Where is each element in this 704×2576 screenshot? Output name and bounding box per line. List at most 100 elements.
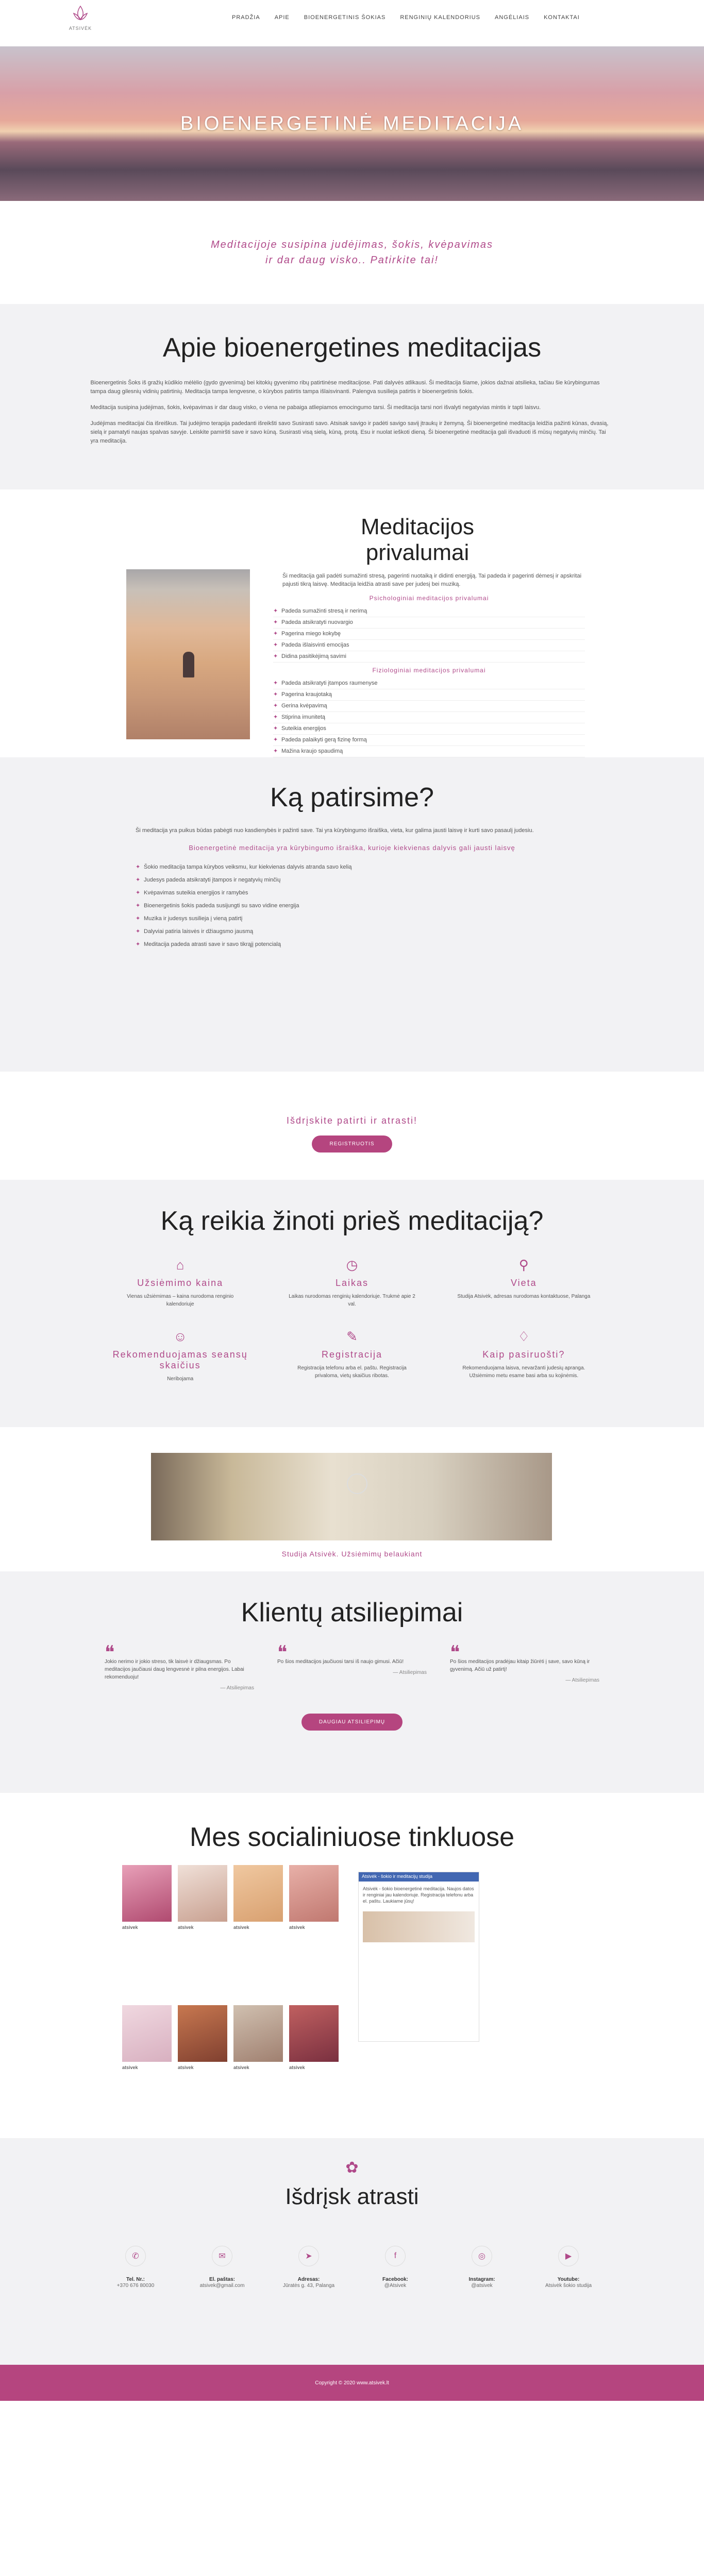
contact-youtube[interactable]: ▶ Youtube: Atsivėk šokio studija [538,2246,599,2290]
instagram-post[interactable]: atsivek [122,1865,172,1999]
register-button[interactable]: REGISTRUOTIS [312,1136,392,1153]
check-icon: ✦ [136,890,141,896]
facebook-post-image [363,1911,475,1942]
tagline: Meditacijoje susipina judėjimas, šokis, … [211,239,493,266]
beach-photo [126,569,250,739]
nav-item-pradzia[interactable]: PRADŽIA [232,14,260,21]
check-icon: ✦ [136,903,141,909]
tagline-section: Meditacijoje susipina judėjimas, šokis, … [0,201,704,304]
review-card: ❝ Po šios meditacijos pradėjau kitaip žiū… [450,1642,599,1683]
location-icon: ➤ [298,2246,319,2266]
reviews-section: Klientų atsiliepimai ❝ Jokio nerimo ir jo… [0,1571,704,1793]
list-item: ✦ Padeda atsikratyti įtampos raumenyse [273,678,585,689]
instagram-post[interactable]: atsivek [178,2005,227,2139]
nav-item-sokis[interactable]: BIOENERGETINIS ŠOKIAS [304,14,386,21]
contact-title: Išdrįsk atrasti [285,2184,419,2209]
list-item: ✦ Stiprina imunitetą [273,712,585,723]
list-item: ✦ Muzika ir judesys susilieja į vieną pat… [136,916,243,922]
cta-text: Išdrįskite patirti ir atrasti! [286,1115,418,1126]
contact-address[interactable]: ➤ Adresas: Jūratės g. 43, Palanga [278,2246,340,2290]
check-icon: ✦ [136,941,141,947]
list-item: ✦ Pagerina kraujotaką [273,689,585,701]
instagram-post[interactable]: atsivek [233,2005,283,2139]
check-icon: ✦ [273,691,278,698]
more-reviews-button[interactable]: DAUGIAU ATSILIEPIMŲ [301,1714,403,1731]
check-icon: ✦ [273,714,278,720]
benefits-intro: Ši meditacija gali padėti sumažinti stre… [282,573,582,587]
list-item: ✦ Padeda išlaisvinti emocijas [273,640,585,651]
check-icon: ✦ [136,864,141,870]
contact-phone[interactable]: ✆ Tel. Nr.: +370 676 80030 [105,2246,166,2290]
experience-title: Ką patirsime? [270,783,434,812]
review-card: ❝ Jokio nerimo ir jokio streso, tik laisv… [105,1642,254,1691]
check-icon: ✦ [273,748,278,754]
hero-banner: BIOENERGETINĖ MEDITACIJA [0,46,704,201]
info-cell: ◷ Laikas Laikas nurodomas renginių kalendo… [266,1257,438,1308]
lotus-logo-icon [73,5,88,20]
contact-section: ✿ Išdrįsk atrasti ✆ Tel. Nr.: +370 676 800… [0,2138,704,2365]
social-title: Mes socialiniuose tinkluose [189,1822,515,1852]
nav-item-apie[interactable]: APIE [275,14,290,21]
instagram-post[interactable]: atsivek [178,1865,227,1999]
list-item: ✦ Didina pasitikėjimą savimi [273,651,585,663]
about-section: Apie bioenergetines meditacijas Bioenerg… [0,304,704,489]
list-item: ✦ Bioenergetinis šokis padeda susijungti … [136,903,299,909]
phone-icon: ✆ [125,2246,146,2266]
tag-icon: ⌂ [176,1257,185,1273]
list-item: ✦ Padeda sumažinti stresą ir nerimą [273,606,585,617]
logo-text: ATSIVĖK [69,26,92,31]
clock-icon: ◷ [346,1257,358,1273]
nav-item-angeliai[interactable]: ANGĖLIAIS [495,14,529,21]
benefits-title: Meditacijos privalumai [360,514,475,565]
instagram-icon: ◎ [472,2246,492,2266]
list-item: ✦ Mažina kraujo spaudimą [273,746,585,757]
list-item: ✦ Dalyviai patiria laisvės ir džiaugsmo j… [136,928,254,935]
instagram-grid: atsivek atsivek atsivek atsivek atsivek … [122,1865,339,2139]
info-cell: ⌂ Užsiėmimo kaina Vienas užsiėmimas – kain… [94,1257,266,1308]
youtube-icon: ▶ [558,2246,579,2266]
check-icon: ✦ [136,928,141,935]
contact-email[interactable]: ✉ El. paštas: atsivek@gmail.com [191,2246,253,2290]
social-section: Mes socialiniuose tinkluose atsivek atsi… [0,1793,704,2138]
info-cell: ✎ Registracija Registracija telefonu arba … [266,1329,438,1383]
check-icon: ✦ [136,916,141,922]
info-cell: ☺ Rekomenduojamas seansų skaičius Neriboja… [94,1329,266,1383]
review-card: ❝ Po šios meditacijos jaučiuosi tarsi iš … [277,1642,427,1675]
about-title: Apie bioenergetines meditacijas [162,333,542,363]
instagram-post[interactable]: atsivek [122,2005,172,2139]
instagram-post[interactable]: atsivek [289,2005,339,2139]
logo[interactable]: ATSIVĖK [65,4,96,40]
nav-item-kalendorius[interactable]: RENGINIŲ KALENDORIUS [400,14,480,21]
about-paragraph: Meditacija susipina judėjimas, šokis, kv… [90,404,541,411]
check-icon: ✦ [273,680,278,686]
check-icon: ✦ [273,608,278,614]
site-header: ATSIVĖK PRADŽIA APIE BIOENERGETINIS ŠOKI… [0,0,704,46]
list-item: ✦ Meditacija padeda atrasti save ir savo … [136,941,281,947]
list-item: ✦ Šokio meditacija tampa kūrybos veiksmu,… [136,864,352,870]
facebook-widget[interactable]: Atsivėk - šokio ir meditacijų studija At… [358,1872,479,2042]
nav-item-kontaktai[interactable]: KONTAKTAI [544,14,580,21]
reviews-title: Klientų atsiliepimai [241,1598,463,1628]
footer: Copyright © 2020 www.atsivek.lt [0,2365,704,2401]
list-item: ✦ Padeda atsikratyti nuovargio [273,617,585,629]
check-icon: ✦ [273,642,278,648]
contact-instagram[interactable]: ◎ Instagram: @atsivek [451,2246,513,2290]
edit-icon: ✎ [346,1329,358,1344]
about-paragraph: Judėjimas meditacijai čia išreiškus. Tai… [90,420,609,444]
shirt-icon: ♢ [517,1329,530,1344]
about-paragraph: Bioenergetinis Šoks iš gražių kūdikio mė… [90,380,600,395]
check-icon: ✦ [273,653,278,659]
instagram-post[interactable]: atsivek [233,1865,283,1999]
psych-benefits-heading: Psichologiniai meditacijos privalumai [369,595,489,602]
experience-subheading: Bioenergetinė meditacija yra kūrybingumo… [189,844,515,852]
list-item: ✦ Gerina kvėpavimą [273,701,585,712]
phys-benefits-heading: Fiziologiniai meditacijos privalumai [372,667,486,674]
instagram-post[interactable]: atsivek [289,1865,339,1999]
list-item: ✦ Padeda palaikyti gerą fizinę formą [273,735,585,746]
quote-icon: ❝ [105,1642,115,1663]
cta-section: Išdrįskite patirti ir atrasti! REGISTRUO… [0,1072,704,1180]
copyright: Copyright © 2020 www.atsivek.lt [315,2380,389,2386]
check-icon: ✦ [273,737,278,743]
studio-section: Studija Atsivėk. Užsiėmimų belaukiant [0,1427,704,1571]
contact-facebook[interactable]: f Facebook: @Atsivek [364,2246,426,2290]
